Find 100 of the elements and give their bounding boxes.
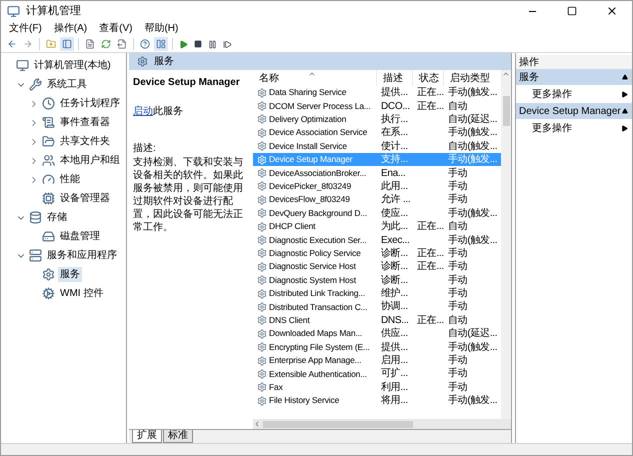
table-cell: Diagnostic Policy Service — [269, 247, 361, 260]
table-cell: 手动 — [448, 367, 468, 381]
service-row[interactable]: DCOM Server Process La... DCO... 正在... 自动 — [253, 99, 501, 113]
table-cell: 支持... — [381, 152, 408, 166]
scrollbar-thumb[interactable] — [263, 420, 413, 428]
start-link[interactable]: 启动 — [133, 106, 153, 117]
table-cell: Distributed Transaction C... — [269, 300, 368, 314]
menu-item[interactable]: 操作(A) — [54, 21, 88, 36]
table-cell: Downloaded Maps Man... — [269, 327, 362, 340]
tree-item[interactable]: 计算机管理(本地) — [32, 58, 113, 73]
tree-item[interactable]: 设备管理器 — [58, 191, 112, 206]
service-row[interactable]: Delivery Optimization 执行... 自动(延迟... — [253, 112, 501, 126]
table-cell: File History Service — [269, 394, 340, 408]
menu-item[interactable]: 查看(V) — [99, 21, 132, 36]
service-row[interactable]: Device Association Service 在系... 手动(触发... — [253, 126, 501, 140]
refresh-icon[interactable] — [99, 37, 113, 51]
menu-item[interactable]: 文件(F) — [9, 21, 42, 36]
column-header[interactable]: 状态 — [413, 70, 444, 86]
view-tab[interactable]: 扩展 — [132, 430, 162, 443]
tree-item[interactable]: 事件查看器 — [58, 115, 112, 130]
service-row[interactable]: DevQuery Background D... 使应... 手动(触发... — [253, 206, 501, 220]
tree-item[interactable]: 性能 — [58, 172, 82, 187]
actions-section-header[interactable]: 服务 — [516, 69, 632, 85]
folder-up-icon[interactable] — [44, 37, 58, 51]
column-header[interactable]: 名称 — [253, 70, 377, 86]
table-cell: 供应... — [381, 327, 408, 340]
table-cell-text: DCO... — [381, 100, 410, 113]
scroll-left-icon[interactable] — [253, 420, 261, 428]
help-icon[interactable] — [138, 37, 152, 51]
service-row[interactable]: Enterprise App Manage... 启用... 手动 — [253, 354, 501, 368]
table-cell: 利用... — [381, 380, 408, 394]
table-cell-text: 提供... — [381, 340, 408, 354]
service-row[interactable]: File History Service 将用... 手动(触发... — [253, 394, 501, 408]
maximize-icon — [567, 6, 577, 16]
cog-icon — [42, 287, 55, 300]
service-row[interactable]: DeviceAssociationBroker... Ena... 手动 — [253, 166, 501, 180]
service-row[interactable]: Distributed Transaction C... 协调... 手动 — [253, 300, 501, 314]
gear-icon — [257, 88, 267, 98]
service-row[interactable]: Diagnostic System Host 诊断... 手动 — [253, 273, 501, 287]
service-row[interactable]: DHCP Client 为此... 正在... 自动 — [253, 220, 501, 234]
table-cell: 自动 — [448, 314, 468, 328]
vertical-scrollbar[interactable] — [501, 70, 511, 419]
service-row[interactable]: DevicePicker_8f03249 此用... 手动 — [253, 180, 501, 194]
panel-icon[interactable] — [60, 37, 74, 51]
tree-item[interactable]: 共享文件夹 — [58, 134, 112, 149]
table-cell: Distributed Link Tracking... — [269, 287, 365, 300]
service-row[interactable]: Data Sharing Service 提供... 正在... 手动(触发... — [253, 86, 501, 100]
service-row[interactable]: Fax 利用... 手动 — [253, 380, 501, 394]
tree-item[interactable]: 本地用户和组 — [58, 153, 122, 168]
service-row[interactable]: Diagnostic Service Host 诊断... 正在... 手动 — [253, 260, 501, 274]
gear-icon — [257, 194, 267, 205]
action-item[interactable]: 更多操作 — [532, 86, 572, 102]
close-icon — [606, 5, 618, 17]
service-row[interactable]: Distributed Link Tracking... 维护... 手动 — [253, 286, 501, 300]
action-item[interactable]: 更多操作 — [532, 120, 572, 136]
gear-icon — [257, 368, 267, 379]
table-cell: 手动 — [448, 260, 468, 274]
table-cell-text: Ena... — [381, 166, 406, 180]
service-row[interactable]: Device Install Service 使计... 自动(触发... — [253, 140, 501, 153]
actions-title: 操作 — [516, 55, 632, 69]
service-row[interactable]: DNS Client DNS... 正在... 自动 — [253, 314, 501, 328]
tree-item[interactable]: 存储 — [45, 210, 69, 225]
scrollbar-thumb[interactable] — [502, 96, 510, 126]
gear-icon — [257, 356, 267, 366]
gear-icon — [257, 302, 267, 312]
service-row[interactable]: Downloaded Maps Man... 供应... 自动(延迟... — [253, 327, 501, 340]
gear-icon — [257, 234, 267, 245]
tree-item[interactable]: 磁盘管理 — [58, 229, 102, 244]
tree-item[interactable]: WMI 控件 — [58, 286, 106, 301]
service-row[interactable]: Diagnostic Policy Service 诊断... 正在... 手动 — [253, 246, 501, 260]
actions-section-header[interactable]: Device Setup Manager — [516, 103, 632, 119]
tree-item[interactable]: 任务计划程序 — [58, 96, 122, 111]
menu-item[interactable]: 帮助(H) — [144, 21, 178, 36]
service-row[interactable]: Extensible Authentication... 可扩... 手动 — [253, 367, 501, 381]
clock-icon — [42, 97, 55, 110]
view-tab[interactable]: 标准 — [163, 430, 193, 443]
gear-icon — [257, 208, 267, 218]
table-cell: 手动 — [448, 354, 468, 368]
gear-icon — [257, 396, 267, 406]
tree-item[interactable]: 服务和应用程序 — [45, 248, 119, 263]
service-row[interactable]: Diagnostic Execution Ser... Exec... 手动(触发... — [253, 233, 501, 247]
folder-icon — [42, 135, 55, 148]
service-row[interactable]: Encrypting File System (E... 提供... 手动(触发... — [253, 340, 501, 354]
table-cell: Encrypting File System (E... — [269, 340, 370, 354]
gear-icon — [42, 268, 55, 281]
gear-icon — [257, 328, 267, 339]
table-cell: 在系... — [381, 126, 408, 140]
tree-item[interactable]: 系统工具 — [45, 77, 89, 92]
table-cell-text: 诊断... — [381, 274, 408, 287]
export-icon[interactable] — [115, 37, 129, 51]
view-icon[interactable] — [154, 37, 168, 51]
gear-icon — [257, 382, 267, 392]
tree-item[interactable]: 服务 — [58, 267, 82, 282]
service-row[interactable]: DevicesFlow_8f03249 允许 ... 手动 — [253, 193, 501, 207]
scroll-up-icon[interactable] — [502, 70, 510, 78]
table-cell: 自动(触发... — [448, 140, 498, 153]
column-header[interactable]: 描述 — [377, 70, 413, 86]
horizontal-scrollbar[interactable] — [253, 419, 511, 429]
stop-icon[interactable] — [192, 38, 204, 50]
collapse-triangle-icon — [622, 74, 628, 80]
